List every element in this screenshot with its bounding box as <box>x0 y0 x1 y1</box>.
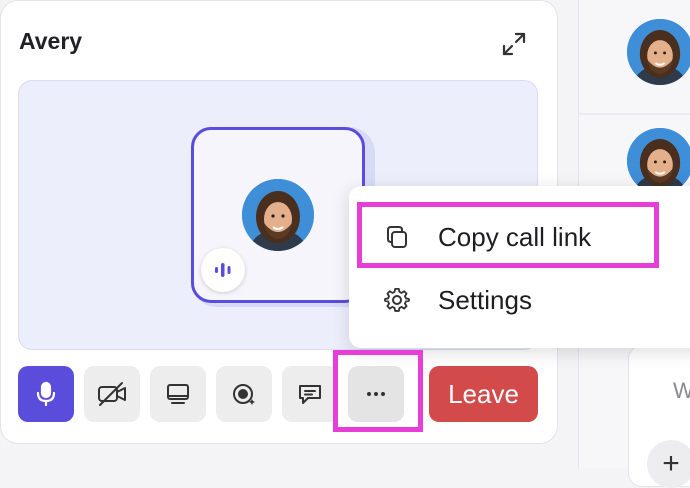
expand-button[interactable] <box>500 30 528 58</box>
gear-icon <box>384 287 410 312</box>
screen-share-button[interactable] <box>150 366 206 422</box>
participant-name: Avery <box>19 28 83 54</box>
expand-icon <box>502 32 526 56</box>
screen-share-icon <box>167 384 189 404</box>
camera-off-icon <box>98 382 126 406</box>
participant-avatar[interactable] <box>627 128 690 194</box>
chat-button[interactable] <box>282 366 338 422</box>
participant-avatar[interactable] <box>627 19 690 85</box>
participant-row-divider <box>579 113 690 115</box>
menu-item-settings[interactable]: Settings <box>349 270 690 330</box>
mic-button[interactable] <box>18 366 74 422</box>
mic-icon <box>36 381 56 407</box>
plus-icon: + <box>662 447 680 480</box>
menu-item-label: Settings <box>438 284 532 315</box>
highlight-more-button <box>333 350 423 432</box>
record-button[interactable] <box>216 366 272 422</box>
chat-icon <box>299 385 321 404</box>
highlight-copy-call-link <box>357 202 659 268</box>
leave-button[interactable]: Leave <box>429 366 538 422</box>
message-partial-text: W <box>673 378 690 403</box>
audio-level-icon <box>215 263 231 277</box>
participant-avatar <box>242 179 314 251</box>
speaking-indicator <box>201 248 245 292</box>
record-icon <box>233 384 255 405</box>
add-button[interactable]: + <box>647 440 690 488</box>
camera-toggle-button[interactable] <box>84 366 140 422</box>
